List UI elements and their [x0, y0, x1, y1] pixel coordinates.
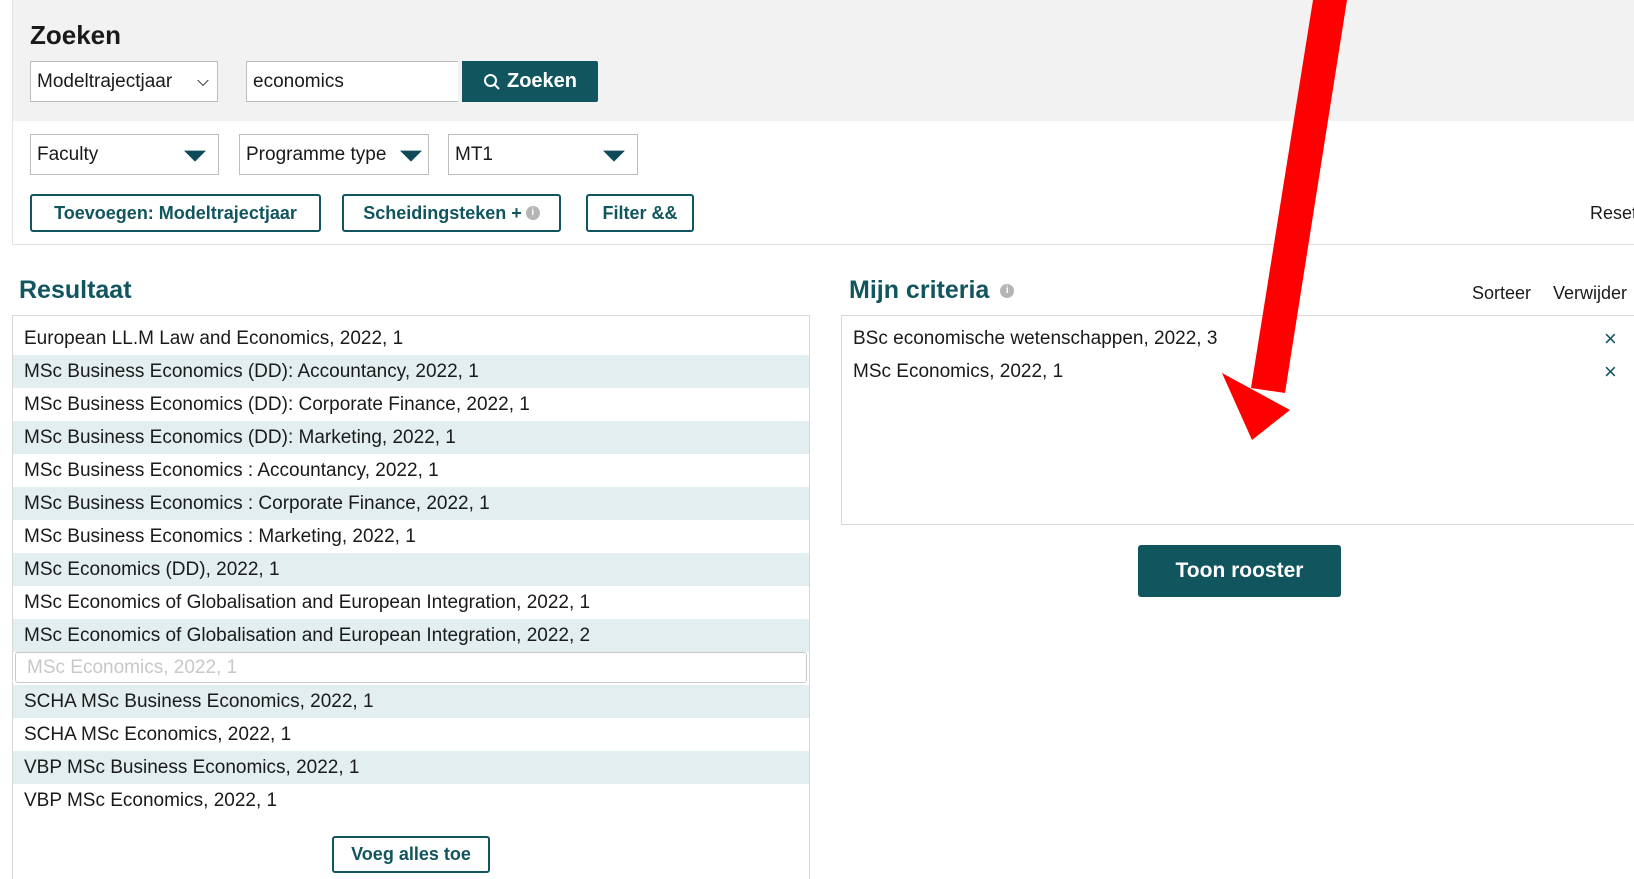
add-model-year-label: Toevoegen: Modeltrajectjaar: [54, 202, 297, 223]
caret-down-icon: [603, 150, 625, 162]
search-type-select[interactable]: Modeltrajectjaar: [30, 61, 218, 102]
list-item[interactable]: SCHA MSc Economics, 2022, 1: [13, 718, 809, 751]
results-title: Resultaat: [19, 276, 132, 304]
add-all-button[interactable]: Voeg alles toe: [332, 836, 490, 873]
list-item[interactable]: MSc Economics of Globalisation and Europ…: [13, 619, 809, 652]
close-icon[interactable]: ×: [1604, 322, 1617, 355]
caret-down-icon: [184, 150, 206, 162]
list-item[interactable]: VBP MSc Business Economics, 2022, 1: [13, 751, 809, 784]
add-all-label: Voeg alles toe: [351, 844, 471, 864]
search-input[interactable]: economics: [246, 61, 458, 102]
search-input-value: economics: [253, 70, 344, 92]
filter-button[interactable]: Filter &&: [586, 194, 694, 232]
list-item[interactable]: MSc Business Economics : Accountancy, 20…: [13, 454, 809, 487]
results-list: European LL.M Law and Economics, 2022, 1…: [12, 315, 810, 879]
show-schedule-button[interactable]: Toon rooster: [1138, 545, 1341, 597]
info-icon[interactable]: i: [1000, 284, 1015, 299]
list-item[interactable]: MSc Business Economics (DD): Marketing, …: [13, 421, 809, 454]
criteria-item-label: MSc Economics, 2022, 1: [853, 360, 1064, 382]
remove-all-link[interactable]: Verwijder: [1553, 283, 1627, 304]
list-item[interactable]: MSc Economics of Globalisation and Europ…: [13, 586, 809, 619]
criteria-item[interactable]: MSc Economics, 2022, 1 ×: [842, 355, 1634, 388]
criteria-item[interactable]: BSc economische wetenschappen, 2022, 3 ×: [842, 322, 1634, 355]
close-icon[interactable]: ×: [1604, 355, 1617, 388]
faculty-select-value: Faculty: [37, 143, 99, 165]
search-panel: Zoeken Modeltrajectjaar economics Zoeken…: [12, 0, 1634, 245]
programme-type-select[interactable]: Programme type: [239, 134, 429, 175]
filter-label: Filter &&: [602, 202, 678, 223]
sort-link[interactable]: Sorteer: [1472, 283, 1531, 304]
list-item[interactable]: MSc Business Economics (DD): Accountancy…: [13, 355, 809, 388]
criteria-list: BSc economische wetenschappen, 2022, 3 ×…: [841, 315, 1634, 525]
info-icon[interactable]: i: [525, 206, 540, 220]
criteria-title: Mijn criteria i: [849, 276, 1015, 305]
faculty-select[interactable]: Faculty: [30, 134, 219, 175]
caret-down-icon: [400, 150, 422, 162]
list-item[interactable]: SCHA MSc Business Economics, 2022, 1: [13, 685, 809, 718]
mt-select-value: MT1: [455, 143, 493, 165]
list-item[interactable]: MSc Economics (DD), 2022, 1: [13, 553, 809, 586]
list-item-selected[interactable]: MSc Economics, 2022, 1: [15, 652, 807, 683]
list-item[interactable]: European LL.M Law and Economics, 2022, 1: [13, 322, 809, 355]
show-schedule-label: Toon rooster: [1175, 559, 1304, 582]
separator-label: Scheidingsteken +: [363, 202, 522, 223]
search-button[interactable]: Zoeken: [462, 61, 598, 102]
criteria-title-text: Mijn criteria: [849, 276, 990, 304]
list-item[interactable]: MSc Business Economics (DD): Corporate F…: [13, 388, 809, 421]
list-item[interactable]: VBP MSc Economics, 2022, 1: [13, 784, 809, 817]
mt-select[interactable]: MT1: [448, 134, 638, 175]
search-type-value: Modeltrajectjaar: [37, 70, 173, 92]
separator-button[interactable]: Scheidingsteken + i: [342, 194, 561, 232]
search-icon: [483, 73, 500, 90]
criteria-item-label: BSc economische wetenschappen, 2022, 3: [853, 327, 1218, 349]
list-item[interactable]: MSc Business Economics : Marketing, 2022…: [13, 520, 809, 553]
search-button-label: Zoeken: [506, 70, 578, 92]
list-item[interactable]: MSc Business Economics : Corporate Finan…: [13, 487, 809, 520]
chevron-down-icon: [197, 74, 209, 86]
search-title: Zoeken: [30, 20, 122, 50]
programme-type-value: Programme type: [246, 143, 387, 165]
reset-link[interactable]: Reset: [1590, 203, 1634, 224]
add-model-year-button[interactable]: Toevoegen: Modeltrajectjaar: [30, 194, 321, 232]
